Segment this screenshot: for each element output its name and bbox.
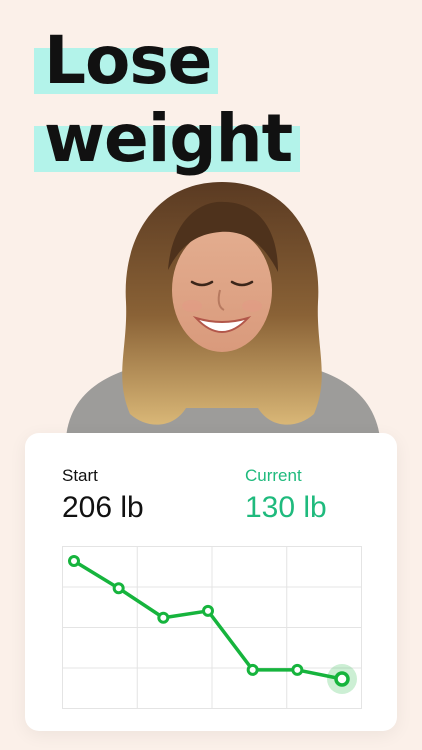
current-value: 130 lb (245, 491, 327, 524)
data-point (112, 582, 125, 595)
headline-line-2: weight (34, 106, 300, 172)
data-point-current (334, 671, 350, 687)
start-value: 206 lb (62, 491, 144, 524)
headline-text-2: weight (44, 100, 293, 177)
data-point (291, 663, 304, 676)
current-label: Current (245, 466, 302, 485)
weight-line (72, 559, 344, 681)
current-weight: Current 130 lb (245, 467, 327, 523)
data-point (68, 555, 80, 567)
smiling-woman-photo (56, 178, 388, 438)
data-point (157, 611, 170, 624)
weight-line-chart (62, 546, 362, 709)
weight-card: Start 206 lb Current 130 lb (25, 433, 397, 731)
headline-line-1: Lose (34, 28, 218, 94)
start-weight: Start 206 lb (62, 467, 144, 523)
start-label: Start (62, 466, 98, 485)
headline-text-1: Lose (44, 22, 212, 99)
data-point (202, 604, 214, 617)
data-point (246, 663, 259, 676)
